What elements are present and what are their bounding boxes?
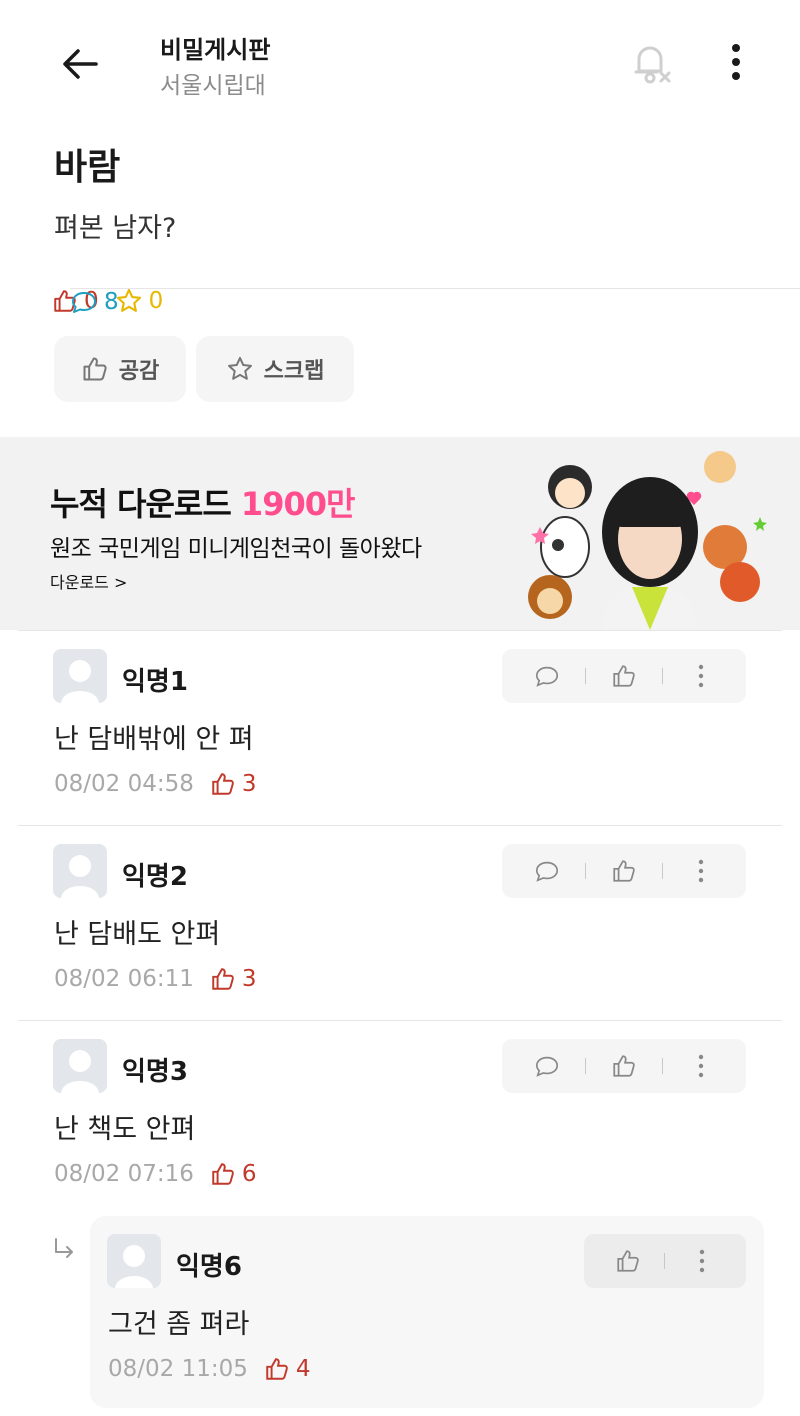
more-vertical-icon — [698, 664, 704, 688]
comment-count-value: 8 — [104, 288, 119, 315]
reply-button[interactable] — [527, 1046, 567, 1086]
divider — [585, 668, 586, 684]
comment-like-count: 6 — [210, 1161, 257, 1187]
comment-like-value: 3 — [241, 966, 257, 992]
ad-headline: 누적 다운로드 1900만 — [50, 479, 356, 525]
reply-like-value: 4 — [295, 1356, 311, 1382]
scrap-button-label: 스크랩 — [263, 359, 325, 384]
ad-headline-highlight: 1900만 — [240, 485, 356, 523]
thumbs-up-icon — [266, 1358, 288, 1380]
board-subtitle: 서울시립대 — [160, 73, 266, 99]
more-options-button[interactable] — [716, 36, 756, 88]
comment-time: 08/02 06:11 — [54, 966, 194, 992]
ad-headline-text: 누적 다운로드 — [50, 485, 241, 523]
comment-like-count: 3 — [210, 771, 257, 797]
post-stats: 0 8 0 — [52, 284, 800, 318]
reply-like-button[interactable] — [608, 1241, 648, 1281]
post-body: 펴본 남자? — [54, 213, 177, 244]
comment-text: 난 담배도 안펴 — [54, 919, 221, 950]
scrap-button[interactable]: 스크랩 — [196, 336, 354, 402]
star-icon — [227, 356, 252, 380]
comment-like-count: 3 — [210, 966, 257, 992]
reply-button[interactable] — [527, 851, 567, 891]
comment-icon — [535, 861, 559, 882]
comment-item: 익명1 난 담배밖에 안 펴 08/02 04:58 3 — [18, 630, 782, 826]
reply-text: 그건 좀 펴라 — [108, 1309, 250, 1340]
reply-meta: 08/02 11:05 4 — [108, 1356, 311, 1382]
comment-like-button[interactable] — [604, 656, 644, 696]
comment-author: 익명1 — [122, 667, 188, 697]
comment-toolbar — [502, 844, 746, 898]
ad-illustration — [528, 451, 767, 630]
avatar — [107, 1234, 161, 1288]
comment-meta: 08/02 06:11 3 — [54, 966, 257, 992]
reply-time: 08/02 11:05 — [108, 1356, 248, 1382]
divider — [662, 668, 663, 684]
reply-like-count: 4 — [264, 1356, 311, 1382]
comment-time: 08/02 07:16 — [54, 1161, 194, 1187]
reply-item: 익명6 그건 좀 펴라 08/02 11:05 4 — [90, 1216, 764, 1408]
more-vertical-icon — [698, 1054, 704, 1078]
divider — [662, 863, 663, 879]
back-button[interactable] — [52, 36, 108, 92]
arrow-left-icon — [63, 49, 98, 79]
thumbs-up-icon — [617, 1250, 639, 1272]
avatar — [53, 1039, 107, 1093]
divider — [585, 1058, 586, 1074]
comment-more-button[interactable] — [681, 656, 721, 696]
comment-meta: 08/02 07:16 6 — [54, 1161, 257, 1187]
comment-like-value: 3 — [241, 771, 257, 797]
reply-author: 익명6 — [176, 1252, 242, 1282]
post-title: 바람 — [54, 147, 121, 188]
comment-like-button[interactable] — [604, 851, 644, 891]
comment-meta: 08/02 04:58 3 — [54, 771, 257, 797]
divider — [662, 1058, 663, 1074]
reply-toolbar — [584, 1234, 746, 1288]
bell-off-icon — [634, 46, 671, 84]
comment-like-value: 6 — [241, 1161, 257, 1187]
comment-like-button[interactable] — [604, 1046, 644, 1086]
reply-button[interactable] — [527, 656, 567, 696]
comment-count: 8 — [70, 287, 800, 315]
comment-more-button[interactable] — [681, 851, 721, 891]
ad-banner[interactable]: 누적 다운로드 1900만 원조 국민게임 미니게임천국이 돌아왔다 다운로드 … — [0, 437, 800, 630]
comment-icon — [72, 291, 96, 313]
divider — [664, 1253, 666, 1269]
notification-toggle[interactable] — [624, 36, 676, 88]
thumbs-up-icon — [212, 1163, 234, 1185]
comment-author: 익명2 — [122, 862, 188, 892]
thumbs-up-icon — [212, 968, 234, 990]
thumbs-up-icon — [83, 357, 107, 381]
comment-icon — [535, 666, 559, 687]
ad-download-link[interactable]: 다운로드 > — [50, 569, 127, 593]
comment-time: 08/02 04:58 — [54, 771, 194, 797]
divider — [585, 863, 586, 879]
board-title: 비밀게시판 — [160, 36, 271, 64]
avatar — [53, 649, 107, 703]
comment-toolbar — [502, 649, 746, 703]
comment-toolbar — [502, 1039, 746, 1093]
more-vertical-icon — [699, 1249, 705, 1273]
like-button[interactable]: 공감 — [54, 336, 186, 402]
comment-item: 익명3 난 책도 안펴 08/02 07:16 6 — [18, 1020, 782, 1216]
avatar — [53, 844, 107, 898]
thumbs-up-icon — [613, 1055, 635, 1077]
reply-arrow-icon — [55, 1238, 73, 1258]
ad-subline: 원조 국민게임 미니게임천국이 돌아왔다 — [50, 536, 422, 562]
comment-icon — [535, 1056, 559, 1077]
thumbs-up-icon — [613, 665, 635, 687]
thumbs-up-icon — [212, 773, 234, 795]
comment-item: 익명2 난 담배도 안펴 08/02 06:11 3 — [18, 825, 782, 1021]
reply-more-button[interactable] — [682, 1241, 722, 1281]
like-button-label: 공감 — [118, 359, 160, 384]
more-vertical-icon — [732, 44, 740, 80]
top-bar: 비밀게시판 서울시립대 — [0, 0, 800, 120]
comment-author: 익명3 — [122, 1057, 188, 1087]
more-vertical-icon — [698, 859, 704, 883]
comment-more-button[interactable] — [681, 1046, 721, 1086]
comment-text: 난 담배밖에 안 펴 — [54, 724, 254, 755]
thumbs-up-icon — [613, 860, 635, 882]
comment-text: 난 책도 안펴 — [54, 1114, 196, 1145]
